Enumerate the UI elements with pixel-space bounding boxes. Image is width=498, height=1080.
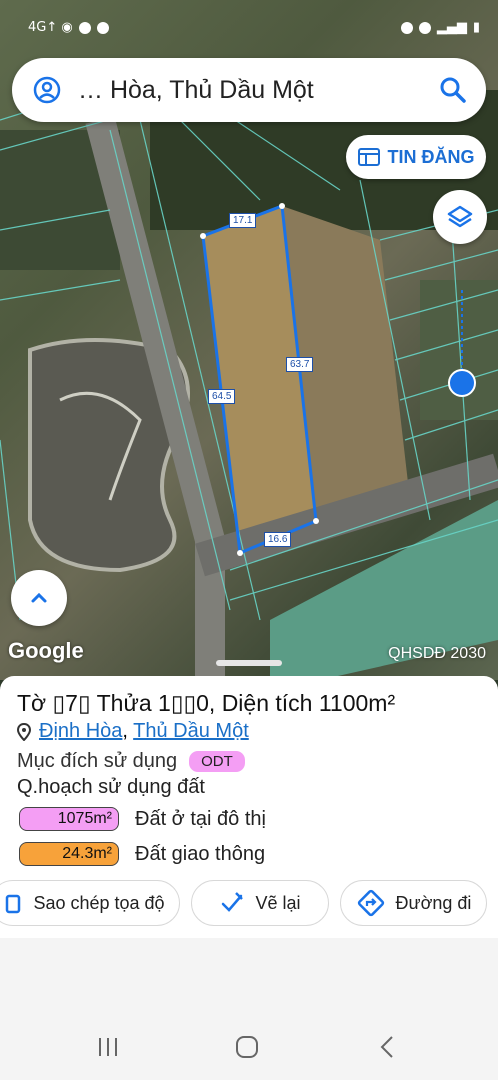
planning-label: Q.hoạch sử dụng đất: [17, 776, 205, 798]
back-icon[interactable]: [372, 1032, 402, 1062]
google-logo: Google: [8, 638, 84, 663]
planning-item: 1075m² Đất ở tại đô thị: [19, 807, 266, 831]
expand-button[interactable]: [11, 570, 67, 626]
recent-apps-icon[interactable]: [93, 1032, 123, 1062]
redraw-icon: [222, 892, 244, 912]
planning-item-label: Đất ở tại đô thị: [135, 807, 266, 830]
directions-label: Đường đi: [395, 892, 472, 913]
directions-button[interactable]: Đường đi: [340, 880, 487, 926]
copy-coordinates-button[interactable]: Sao chép tọa độ: [0, 880, 180, 926]
measurement-left: 64.5: [208, 389, 236, 404]
status-bar: 4G↑ ◉ ▂▄▆ ▮: [0, 0, 498, 56]
location-pin-icon: [17, 722, 31, 741]
facebook-icon: [96, 21, 109, 34]
system-nav-bar: [0, 1012, 498, 1080]
battery-icon: ▮: [472, 20, 480, 35]
planning-layer-label: QHSDĐ 2030: [388, 645, 486, 662]
panel-drag-handle[interactable]: [216, 660, 282, 666]
signal-icon: ▂▄▆: [436, 20, 467, 35]
city-link[interactable]: Thủ Dầu Một: [133, 720, 249, 742]
home-icon[interactable]: [232, 1032, 262, 1062]
parcel-title: Tờ ▯7▯ Thửa 1▯▯0, Diện tích 1100m²: [17, 690, 396, 716]
current-location-dot: [448, 369, 476, 397]
chevron-up-icon: [31, 592, 47, 603]
search-icon[interactable]: [438, 75, 468, 105]
planning-area-chip: 24.3m²: [19, 842, 119, 866]
copy-icon: [6, 894, 21, 914]
parcel-location: Định Hòa, Thủ Dầu Một: [17, 720, 249, 743]
account-icon[interactable]: [32, 75, 62, 105]
tin-dang-button[interactable]: TIN ĐĂNG: [346, 135, 486, 179]
measurement-bottom: 16.6: [264, 532, 292, 547]
planning-item-label: Đất giao thông: [135, 842, 266, 865]
alarm-icon: [400, 21, 413, 34]
redraw-label: Vẽ lại: [255, 892, 301, 913]
land-purpose: Mục đích sử dụng ODT: [17, 750, 245, 773]
planning-item: 24.3m² Đất giao thông: [19, 842, 265, 866]
measurement-top: 17.1: [229, 213, 257, 228]
redraw-button[interactable]: Vẽ lại: [191, 880, 329, 926]
measurement-right: 63.7: [286, 357, 314, 372]
search-query[interactable]: … Hòa, Thủ Dầu Một: [78, 76, 438, 105]
tin-dang-label: TIN ĐĂNG: [387, 146, 475, 167]
location-icon: [418, 21, 431, 34]
purpose-badge: ODT: [189, 751, 245, 772]
location-separator: ,: [122, 720, 128, 742]
panel-bottom-area: [0, 938, 498, 1012]
layers-icon: [447, 205, 473, 228]
facebook-icon: [78, 21, 91, 34]
directions-icon: [357, 889, 384, 917]
listing-icon: [357, 148, 380, 166]
purpose-label: Mục đích sử dụng: [17, 750, 178, 772]
copy-coordinates-label: Sao chép tọa độ: [33, 892, 165, 913]
action-bar: Sao chép tọa độ Vẽ lại Đường đi: [0, 880, 498, 928]
layers-button[interactable]: [433, 190, 487, 244]
status-left-text: 4G↑ ◉: [28, 20, 73, 35]
search-bar[interactable]: … Hòa, Thủ Dầu Một: [12, 58, 486, 122]
ward-link[interactable]: Định Hòa: [39, 720, 122, 742]
planning-area-chip: 1075m²: [19, 807, 119, 831]
